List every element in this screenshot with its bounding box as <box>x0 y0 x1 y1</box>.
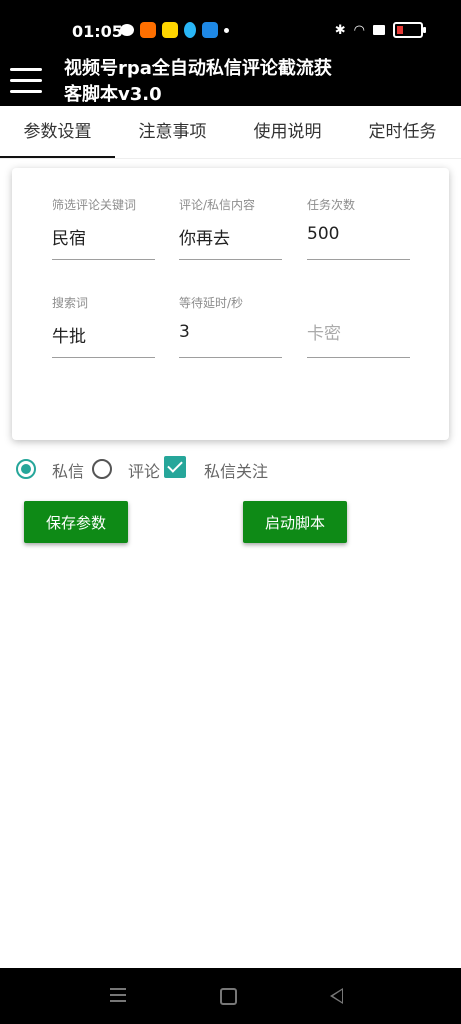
tab-instructions[interactable]: 使用说明 <box>230 106 345 158</box>
qq-icon <box>184 22 196 38</box>
tab-bar: 参数设置 注意事项 使用说明 定时任务 <box>0 106 461 159</box>
private-msg-radio[interactable] <box>16 459 36 479</box>
count-field[interactable]: 任务次数 500 <box>307 196 410 260</box>
keyword-field[interactable]: 筛选评论关键词 民宿 <box>52 196 155 260</box>
search-field[interactable]: 搜索词 牛批 <box>52 294 155 358</box>
comment-radio[interactable] <box>92 459 112 479</box>
private-msg-label: 私信 <box>52 462 85 481</box>
app-orange-icon <box>140 22 156 38</box>
tab-params[interactable]: 参数设置 <box>0 106 115 158</box>
more-dot-icon <box>224 27 229 33</box>
content-field[interactable]: 评论/私信内容 你再去 <box>179 196 282 260</box>
start-script-button[interactable]: 启动脚本 <box>243 501 347 543</box>
content-value[interactable]: 你再去 <box>179 224 282 249</box>
save-params-button[interactable]: 保存参数 <box>24 501 128 543</box>
follow-checkbox[interactable] <box>164 456 186 478</box>
delay-label: 等待延时/秒 <box>179 296 244 310</box>
recent-apps-icon[interactable] <box>110 988 126 1006</box>
system-icons: ✱ ◠ <box>334 22 426 38</box>
bluetooth-icon: ✱ <box>334 22 346 38</box>
app-yellow-icon <box>162 22 178 38</box>
app-bar: 视频号rpa全自动私信评论截流获客脚本v3.0 <box>0 48 461 106</box>
search-value[interactable]: 牛批 <box>52 322 155 347</box>
search-label: 搜索词 <box>52 296 89 310</box>
notification-icons <box>120 22 229 38</box>
delay-value[interactable]: 3 <box>179 322 282 346</box>
keyword-value[interactable]: 民宿 <box>52 224 155 249</box>
home-icon[interactable] <box>220 988 237 1005</box>
status-time: 01:05 <box>72 22 123 41</box>
count-value[interactable]: 500 <box>307 224 410 248</box>
params-card: 筛选评论关键词 民宿 评论/私信内容 你再去 任务次数 500 搜索词 牛批 等… <box>12 168 449 440</box>
mode-options: 私信 评论 私信关注 <box>16 456 456 484</box>
keyword-label: 筛选评论关键词 <box>52 198 137 212</box>
back-icon[interactable] <box>330 988 343 1004</box>
delay-field[interactable]: 等待延时/秒 3 <box>179 294 282 358</box>
battery-icon <box>393 22 426 38</box>
app-title: 视频号rpa全自动私信评论截流获客脚本v3.0 <box>64 58 332 105</box>
card-key-field[interactable] <box>307 294 410 358</box>
wechat-icon <box>120 24 134 36</box>
tab-notes[interactable]: 注意事项 <box>115 106 230 158</box>
tab-schedule[interactable]: 定时任务 <box>345 106 460 158</box>
sim-icon <box>373 25 385 35</box>
status-bar: 01:05 ✱ ◠ <box>0 0 461 48</box>
system-nav-bar <box>0 968 461 1024</box>
content-label: 评论/私信内容 <box>179 198 256 212</box>
comment-label: 评论 <box>128 462 161 481</box>
follow-label: 私信关注 <box>204 462 269 481</box>
hamburger-menu-icon[interactable] <box>10 68 42 94</box>
card-key-input[interactable] <box>307 322 410 346</box>
app-blue-icon <box>202 22 218 38</box>
wifi-icon: ◠ <box>353 22 365 38</box>
count-label: 任务次数 <box>307 198 356 212</box>
